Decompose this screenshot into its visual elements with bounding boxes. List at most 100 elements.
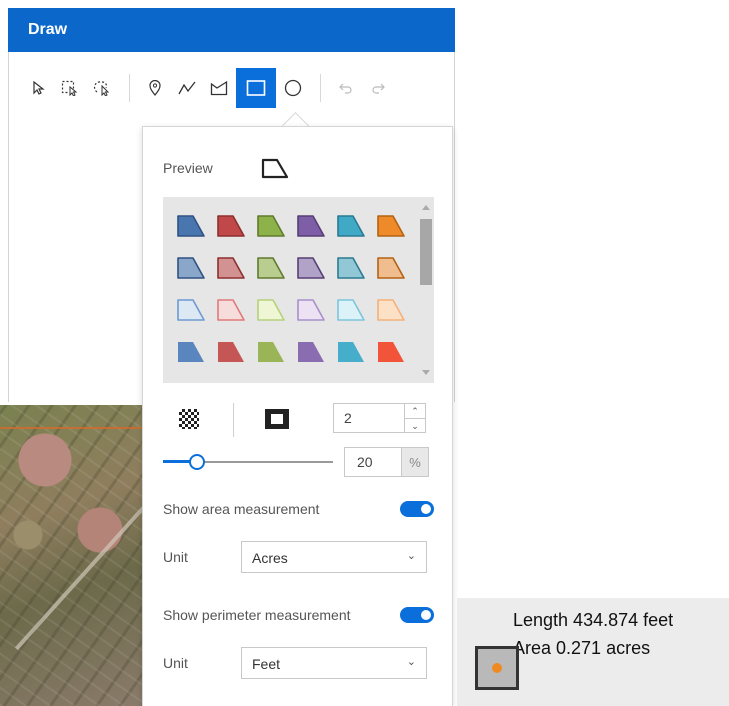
- swatch-1-5[interactable]: [371, 247, 411, 289]
- polygon-swatch-icon: [257, 215, 285, 237]
- preview-polygon-icon: [261, 158, 288, 179]
- perimeter-unit-row: Unit Feet ⌄: [163, 647, 434, 681]
- swatch-3-5[interactable]: [371, 331, 411, 373]
- rectangle-icon: [246, 80, 266, 96]
- undo-icon: [339, 83, 352, 94]
- point-marker-icon: [149, 80, 161, 96]
- swatch-3-4[interactable]: [331, 331, 371, 373]
- area-unit-label: Unit: [163, 549, 188, 565]
- swatch-1-1[interactable]: [211, 247, 251, 289]
- polygon-swatch-icon: [338, 342, 364, 362]
- stroke-width-stepper[interactable]: 2 ⌃ ⌄: [333, 403, 426, 433]
- swatch-gallery: [163, 197, 434, 383]
- opacity-unit: %: [401, 448, 428, 476]
- fill-pattern-icon[interactable]: [179, 409, 199, 429]
- opacity-slider-thumb[interactable]: [189, 454, 205, 470]
- show-perimeter-label: Show perimeter measurement: [163, 607, 351, 623]
- polygon-swatch-icon: [177, 299, 205, 321]
- length-label: Length 434.874 feet: [513, 610, 674, 630]
- draw-panel-header: Draw: [8, 8, 455, 52]
- divider: [233, 403, 234, 437]
- polygon-swatch-icon: [217, 215, 245, 237]
- undo-button[interactable]: [331, 69, 361, 107]
- opacity-row: 20 %: [163, 445, 434, 479]
- drawn-rectangle-graphic[interactable]: [475, 646, 519, 690]
- polygon-swatch-icon: [257, 257, 285, 279]
- swatch-0-2[interactable]: [251, 205, 291, 247]
- polygon-swatch-icon: [177, 215, 205, 237]
- scroll-up-arrow[interactable]: [422, 205, 430, 210]
- select-tool-button[interactable]: [23, 69, 53, 107]
- swatch-3-0[interactable]: [171, 331, 211, 373]
- preview-label: Preview: [163, 160, 213, 176]
- chevron-down-icon: ⌄: [406, 550, 416, 562]
- perimeter-unit-select[interactable]: Feet ⌄: [241, 647, 427, 679]
- vertex-handle[interactable]: [492, 663, 502, 673]
- opacity-input[interactable]: 20 %: [344, 447, 429, 477]
- swatch-1-3[interactable]: [291, 247, 331, 289]
- point-tool-button[interactable]: [140, 69, 170, 107]
- swatch-3-1[interactable]: [211, 331, 251, 373]
- stroke-style-icon[interactable]: [265, 409, 289, 429]
- circle-tool-button[interactable]: [278, 69, 308, 107]
- fill-stroke-row: 2 ⌃ ⌄: [163, 403, 434, 439]
- show-area-toggle[interactable]: [400, 501, 434, 517]
- measurement-overlay: Length 434.874 feet Area 0.271 acres: [457, 598, 729, 706]
- swatch-0-4[interactable]: [331, 205, 371, 247]
- draw-toolbar: [9, 66, 395, 110]
- show-perimeter-toggle[interactable]: [400, 607, 434, 623]
- swatch-3-2[interactable]: [251, 331, 291, 373]
- swatch-1-4[interactable]: [331, 247, 371, 289]
- select-arrow-icon: [33, 81, 45, 95]
- polygon-swatch-icon: [298, 342, 324, 362]
- swatch-0-1[interactable]: [211, 205, 251, 247]
- rectangle-select-tool-button[interactable]: [55, 69, 85, 107]
- swatch-0-5[interactable]: [371, 205, 411, 247]
- perimeter-unit-value: Feet: [252, 656, 281, 672]
- swatch-scrollbar[interactable]: [418, 197, 434, 383]
- preview-row: Preview: [163, 157, 289, 179]
- rectangle-tool-button[interactable]: [236, 68, 276, 108]
- toolbar-separator: [129, 74, 130, 102]
- polyline-tool-button[interactable]: [172, 69, 202, 107]
- swatch-1-0[interactable]: [171, 247, 211, 289]
- swatch-grid: [171, 205, 411, 373]
- lasso-select-tool-button[interactable]: [87, 69, 117, 107]
- polygon-swatch-icon: [177, 257, 205, 279]
- chevron-down-icon[interactable]: ⌄: [405, 419, 425, 433]
- swatch-2-3[interactable]: [291, 289, 331, 331]
- swatch-2-5[interactable]: [371, 289, 411, 331]
- scroll-down-arrow[interactable]: [422, 370, 430, 375]
- swatch-2-2[interactable]: [251, 289, 291, 331]
- stroke-width-value[interactable]: 2: [344, 410, 352, 426]
- swatch-2-0[interactable]: [171, 289, 211, 331]
- lasso-select-icon: [93, 81, 110, 96]
- chevron-up-icon[interactable]: ⌃: [405, 404, 425, 419]
- show-perimeter-row: Show perimeter measurement: [163, 603, 434, 627]
- redo-button[interactable]: [363, 69, 393, 107]
- area-unit-select[interactable]: Acres ⌄: [241, 541, 427, 573]
- area-unit-value: Acres: [252, 550, 288, 566]
- area-label: Area 0.271 acres: [513, 638, 651, 658]
- redo-icon: [372, 83, 385, 94]
- opacity-value[interactable]: 20: [357, 454, 373, 470]
- swatch-2-1[interactable]: [211, 289, 251, 331]
- area-unit-row: Unit Acres ⌄: [163, 541, 434, 575]
- polygon-swatch-icon: [218, 342, 244, 362]
- swatch-3-3[interactable]: [291, 331, 331, 373]
- swatch-0-0[interactable]: [171, 205, 211, 247]
- swatch-1-2[interactable]: [251, 247, 291, 289]
- polygon-icon: [210, 80, 228, 96]
- polygon-swatch-icon: [337, 215, 365, 237]
- polygon-swatch-icon: [178, 342, 204, 362]
- scroll-thumb[interactable]: [420, 219, 432, 285]
- symbol-style-popover: Preview 2 ⌃ ⌄ 20 % Show area measurement…: [142, 126, 453, 706]
- toolbar-separator: [320, 74, 321, 102]
- rectangle-select-icon: [61, 80, 78, 96]
- swatch-0-3[interactable]: [291, 205, 331, 247]
- polygon-swatch-icon: [297, 299, 325, 321]
- polygon-swatch-icon: [377, 257, 405, 279]
- polygon-tool-button[interactable]: [204, 69, 234, 107]
- swatch-2-4[interactable]: [331, 289, 371, 331]
- map-view[interactable]: [0, 405, 145, 706]
